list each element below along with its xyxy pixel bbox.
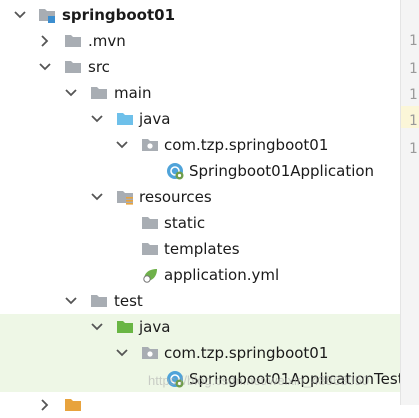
chevron-down-icon[interactable] (63, 85, 79, 101)
tree-item-label: test (114, 292, 143, 310)
tree-item-test[interactable]: test (0, 288, 400, 314)
tree-item-partial[interactable] (0, 392, 400, 418)
tree-item-src[interactable]: src (0, 54, 400, 80)
tree-item-main-class[interactable]: Springboot01Application (0, 158, 400, 184)
tree-item-springboot01[interactable]: springboot01 (0, 2, 400, 28)
tree-item-test-java[interactable]: java (0, 314, 400, 340)
chevron-down-icon[interactable] (63, 293, 79, 309)
spring-config-file-icon (143, 269, 157, 283)
chevron-down-icon[interactable] (89, 319, 105, 335)
project-tree: springboot01 .mvn src main java com.tzp.… (0, 0, 411, 411)
tree-item-resources[interactable]: resources (0, 184, 400, 210)
chevron-down-icon[interactable] (12, 7, 28, 23)
tree-item-test-package[interactable]: com.tzp.springboot01 (0, 340, 400, 366)
tree-item-static[interactable]: static (0, 210, 400, 236)
tree-item-main-package[interactable]: com.tzp.springboot01 (0, 132, 400, 158)
tree-item-label: main (114, 84, 152, 102)
tree-item-templates[interactable]: templates (0, 236, 400, 262)
chevron-right-icon[interactable] (37, 397, 53, 413)
line-number: 1 (409, 61, 418, 77)
line-number: 1 (409, 141, 418, 157)
chevron-down-icon[interactable] (37, 59, 53, 75)
package-icon (142, 139, 158, 151)
tree-item-label: .mvn (88, 32, 126, 50)
tree-item-label: java (139, 318, 171, 336)
tree-item-label: Springboot01Application (189, 162, 375, 180)
folder-icon (91, 87, 107, 99)
package-icon (142, 347, 158, 359)
chevron-right-icon[interactable] (37, 33, 53, 49)
tree-item-application-yml[interactable]: application.yml (0, 262, 400, 288)
chevron-down-icon[interactable] (114, 137, 130, 153)
tree-item-main-java[interactable]: java (0, 106, 400, 132)
resources-root-folder-icon (117, 191, 133, 205)
spring-boot-class-icon (167, 163, 184, 180)
tree-item-main[interactable]: main (0, 80, 400, 106)
tree-item-label: src (88, 58, 110, 76)
line-number: 1 (409, 113, 418, 129)
editor-gutter: 1 1 1 1 1 (400, 0, 419, 405)
chevron-down-icon[interactable] (89, 189, 105, 205)
folder-icon (142, 217, 158, 229)
chevron-down-icon[interactable] (89, 111, 105, 127)
folder-icon (142, 243, 158, 255)
module-folder-icon (39, 9, 55, 23)
tree-item-label: com.tzp.springboot01 (164, 136, 329, 154)
folder-icon (65, 61, 81, 73)
tree-item-label: resources (139, 188, 212, 206)
tree-item-label: java (139, 110, 171, 128)
tree-item-mvn[interactable]: .mvn (0, 28, 400, 54)
tree-item-label: templates (164, 240, 240, 258)
watermark: https://blog.csdn.net/weixin_43863050 (148, 373, 370, 388)
chevron-down-icon[interactable] (114, 345, 130, 361)
tree-item-label: application.yml (164, 266, 280, 284)
folder-icon (65, 399, 81, 411)
folder-icon (91, 295, 107, 307)
tree-item-label: static (164, 214, 206, 232)
line-number: 1 (409, 33, 418, 49)
line-number: 1 (409, 87, 418, 103)
source-root-folder-icon (117, 113, 133, 125)
test-source-root-folder-icon (117, 321, 133, 333)
tree-item-label: com.tzp.springboot01 (164, 344, 329, 362)
tree-item-label: springboot01 (62, 6, 176, 24)
folder-icon (65, 35, 81, 47)
